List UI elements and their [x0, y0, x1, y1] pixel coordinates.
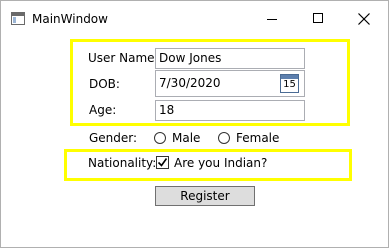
- age-input[interactable]: 18: [155, 100, 305, 121]
- window-title: MainWindow: [32, 12, 108, 26]
- user-name-label: User Name:: [88, 51, 159, 65]
- dob-value[interactable]: 7/30/2020: [159, 75, 221, 92]
- close-icon: [358, 13, 370, 25]
- calendar-icon-number: 15: [283, 79, 296, 90]
- user-name-input[interactable]: Dow Jones: [155, 48, 305, 69]
- maximize-button[interactable]: [295, 1, 341, 37]
- checkbox-box[interactable]: [156, 156, 169, 169]
- title-bar[interactable]: MainWindow: [1, 1, 388, 37]
- maximize-icon: [313, 13, 323, 23]
- age-label: Age:: [89, 103, 117, 117]
- minimize-button[interactable]: [249, 1, 295, 37]
- window-app-icon[interactable]: [11, 12, 25, 25]
- main-window: MainWindow User Name: Dow Jones DOB: 7/3…: [0, 0, 389, 248]
- nationality-checkbox-label[interactable]: Are you Indian?: [174, 155, 267, 171]
- dob-date-picker[interactable]: 7/30/2020 15: [155, 70, 305, 97]
- nationality-label: Nationality:: [88, 156, 157, 170]
- dob-label: DOB:: [89, 77, 120, 91]
- close-button[interactable]: [341, 1, 387, 37]
- gender-label: Gender:: [89, 131, 138, 145]
- radio-circle[interactable]: [154, 132, 166, 144]
- gender-option-label[interactable]: Female: [236, 130, 279, 146]
- radio-circle[interactable]: [218, 132, 230, 144]
- minimize-icon: [267, 19, 277, 20]
- gender-option-label[interactable]: Male: [172, 130, 200, 146]
- checkmark-icon: [157, 158, 168, 167]
- calendar-icon[interactable]: 15: [280, 74, 299, 93]
- register-button[interactable]: Register: [155, 186, 255, 206]
